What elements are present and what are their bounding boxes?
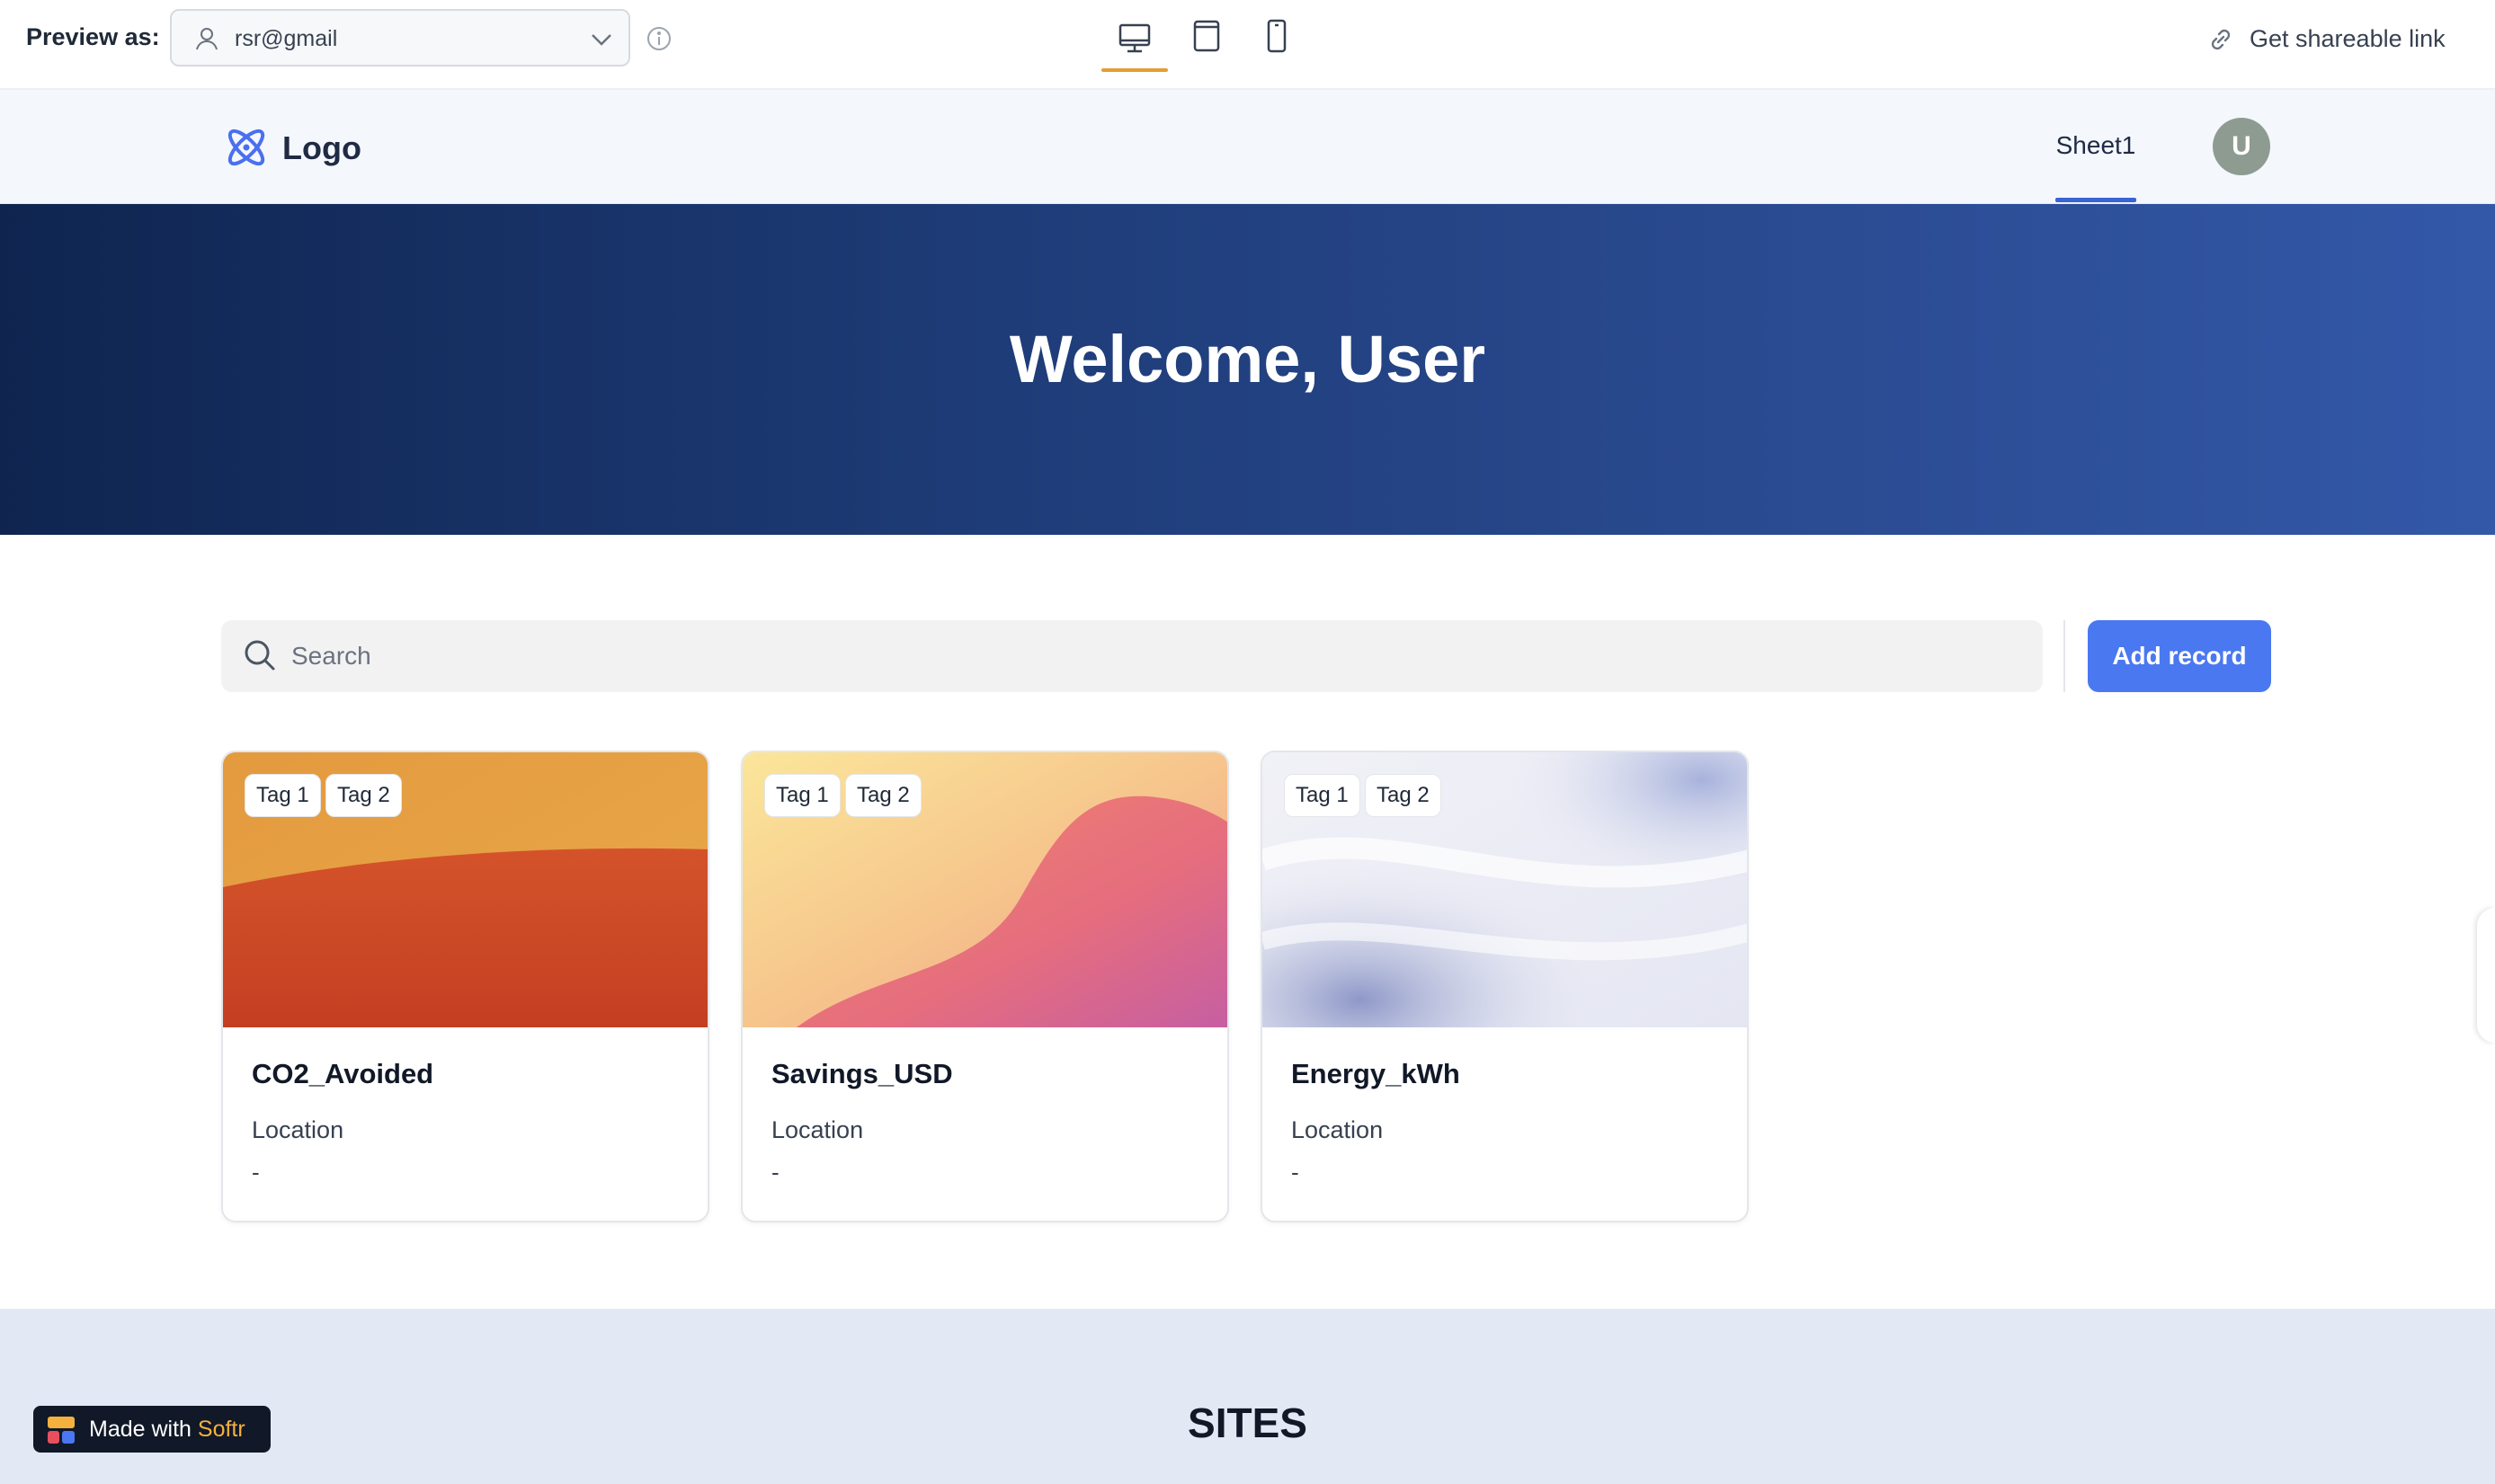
- sites-title: SITES: [1188, 1400, 1307, 1446]
- card-title: Energy_kWh: [1291, 1058, 1460, 1089]
- search-bar[interactable]: [221, 620, 2043, 692]
- card-tag: Tag 2: [325, 774, 402, 817]
- record-card[interactable]: Tag 1 Tag 2 Savings_USD Location -: [741, 751, 1229, 1222]
- app-header: Logo Sheet1 U: [0, 90, 2495, 204]
- card-field-value: -: [1291, 1159, 1299, 1186]
- desktop-view-button[interactable]: [1101, 13, 1168, 72]
- card-field-value: -: [252, 1159, 260, 1186]
- preview-as-label: Preview as:: [26, 23, 160, 50]
- card-tag: Tag 2: [845, 774, 922, 817]
- mobile-icon: [1267, 19, 1287, 53]
- card-field-value: -: [771, 1159, 780, 1186]
- avatar[interactable]: U: [2213, 118, 2270, 175]
- side-panel-handle[interactable]: [2477, 908, 2495, 1043]
- share-link-label: Get shareable link: [2250, 25, 2446, 52]
- made-with-prefix: Made with: [89, 1417, 192, 1442]
- card-field-label: Location: [1291, 1116, 1384, 1143]
- softr-logo-icon: [48, 1417, 75, 1444]
- desktop-icon: [1118, 23, 1151, 53]
- tablet-view-button[interactable]: [1173, 13, 1240, 65]
- search-icon: [243, 638, 277, 672]
- tablet-icon: [1193, 20, 1220, 52]
- card-tag: Tag 1: [1284, 774, 1360, 817]
- made-with-softr-badge[interactable]: Made with Softr: [33, 1406, 271, 1453]
- preview-toolbar: Preview as: rsr@gmail Get shareable link: [0, 0, 2495, 90]
- card-field-label: Location: [771, 1116, 864, 1143]
- info-icon[interactable]: [646, 25, 673, 52]
- record-card[interactable]: Tag 1 Tag 2 Energy_kWh Location -: [1261, 751, 1749, 1222]
- card-field-label: Location: [252, 1116, 344, 1143]
- atom-logo-icon: [221, 122, 272, 173]
- preview-user-select[interactable]: rsr@gmail: [170, 9, 630, 67]
- made-with-brand: Softr: [197, 1417, 245, 1442]
- link-icon: [2206, 25, 2235, 54]
- card-tag: Tag 2: [1365, 774, 1441, 817]
- hero-banner: Welcome, User: [0, 204, 2495, 535]
- chevron-down-icon: [589, 29, 614, 50]
- active-nav-indicator: [2055, 198, 2136, 202]
- logo-text: Logo: [282, 129, 361, 166]
- preview-user-value: rsr@gmail: [235, 26, 338, 51]
- card-title: Savings_USD: [771, 1058, 953, 1089]
- toolbar-divider: [2063, 620, 2065, 692]
- card-tag: Tag 1: [764, 774, 841, 817]
- search-input[interactable]: [291, 631, 2000, 681]
- sites-section: SITES: [0, 1309, 2495, 1484]
- card-title: CO2_Avoided: [252, 1058, 434, 1089]
- mobile-view-button[interactable]: [1243, 13, 1310, 65]
- nav-item-label: Sheet1: [2055, 131, 2136, 159]
- add-record-button[interactable]: Add record: [2088, 620, 2271, 692]
- user-icon: [193, 25, 220, 52]
- hero-title: Welcome, User: [1009, 322, 1486, 396]
- nav-item-sheet1[interactable]: Sheet1: [2055, 90, 2136, 204]
- record-card[interactable]: Tag 1 Tag 2 CO2_Avoided Location -: [221, 751, 709, 1222]
- made-with-label: Made with Softr: [89, 1417, 245, 1443]
- card-tag: Tag 1: [245, 774, 321, 817]
